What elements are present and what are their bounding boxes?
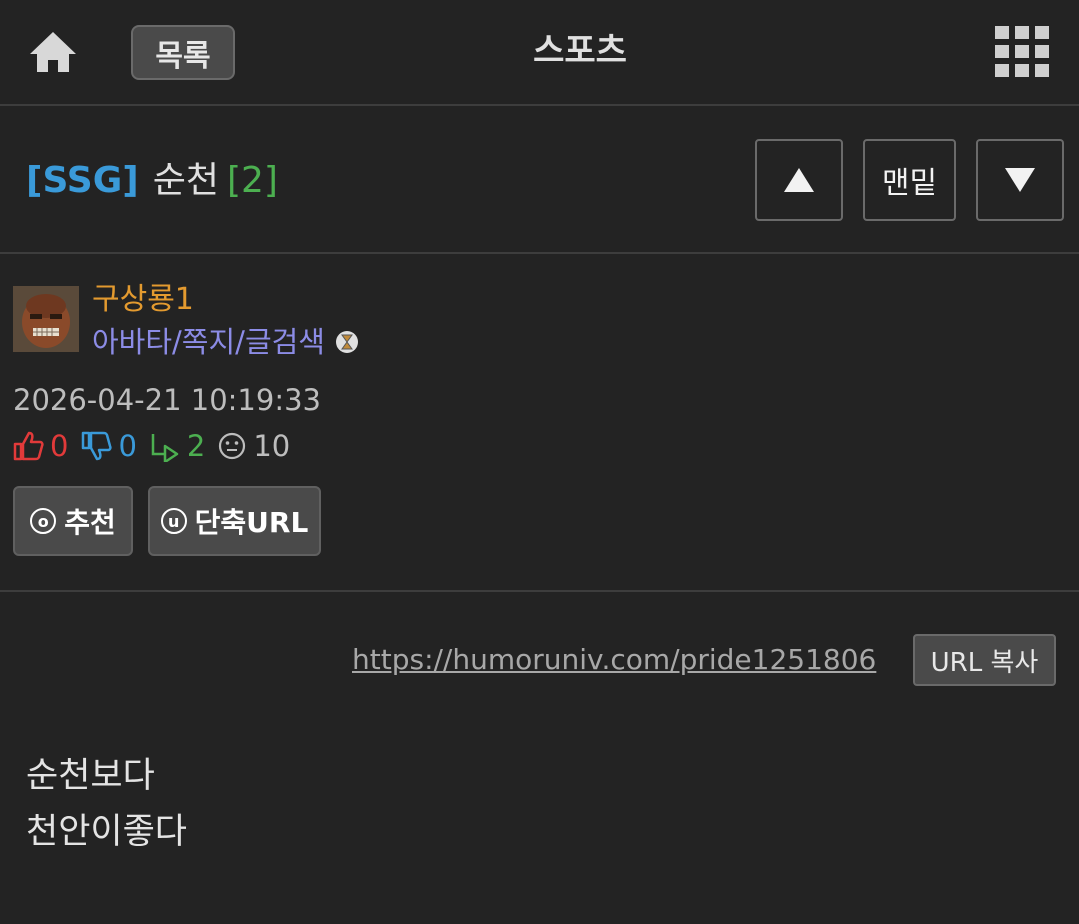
thumbs-down-icon — [82, 431, 113, 461]
hourglass-badge-icon — [335, 331, 358, 353]
comment-count: [2] — [226, 160, 278, 201]
smiley-icon — [219, 432, 246, 460]
scroll-down-button[interactable] — [976, 139, 1064, 221]
scroll-up-button[interactable] — [755, 139, 843, 221]
author-menu-text: 아바타/쪽지/글검색 — [92, 325, 325, 359]
upvote-count: 0 — [50, 429, 69, 463]
list-button[interactable]: 목록 — [131, 25, 235, 80]
post-body: 순천보다 천안이좋다 — [26, 748, 187, 860]
triangle-up-icon — [784, 168, 814, 192]
post-date: 2026-04-21 10:19:33 — [13, 383, 321, 417]
post-stats: 0 0 2 10 — [12, 426, 302, 466]
author-block: 구상룡1 아바타/쪽지/글검색 2026-04-21 10:19:33 0 0 — [0, 256, 1079, 592]
post-title: [SSG] 순천 [2] — [26, 158, 278, 204]
thumbs-up-icon — [13, 431, 44, 461]
view-count: 10 — [253, 429, 291, 463]
author-menu-link[interactable]: 아바타/쪽지/글검색 — [92, 322, 359, 362]
post-body-line: 천안이좋다 — [26, 812, 188, 852]
copy-url-button[interactable]: URL 복사 — [913, 634, 1056, 686]
recommend-label: 추천 — [64, 506, 116, 539]
post-title-text: 순천 — [152, 160, 219, 201]
recommend-icon: o — [30, 508, 57, 534]
reply-count: 2 — [186, 429, 206, 463]
avatar[interactable] — [13, 286, 79, 352]
author-nickname[interactable]: 구상룡1 — [92, 280, 194, 320]
short-url-icon: u — [160, 508, 187, 534]
reply-arrow-icon — [151, 434, 179, 462]
reply-stat: 2 — [149, 429, 205, 463]
post-body-line: 순천보다 — [26, 756, 155, 796]
board-title[interactable]: 스포츠 — [440, 26, 720, 76]
post-title-row: [SSG] 순천 [2] 맨밑 — [0, 106, 1079, 254]
post-category: [SSG] — [26, 160, 139, 201]
home-icon[interactable] — [28, 28, 78, 76]
top-bar: 목록 스포츠 — [0, 0, 1079, 106]
downvote-count: 0 — [118, 429, 137, 463]
scroll-bottom-button[interactable]: 맨밑 — [863, 139, 956, 221]
upvote-stat: 0 — [12, 429, 68, 463]
recommend-button[interactable]: o 추천 — [13, 486, 133, 556]
short-url-button[interactable]: u 단축URL — [148, 486, 321, 556]
downvote-stat: 0 — [80, 429, 137, 463]
view-stat: 10 — [217, 429, 290, 463]
triangle-down-icon — [1005, 168, 1035, 192]
short-url-label: 단축URL — [194, 506, 309, 539]
post-url-link[interactable]: https://humoruniv.com/pride1251806 — [352, 640, 876, 680]
grid-icon[interactable] — [995, 26, 1049, 78]
